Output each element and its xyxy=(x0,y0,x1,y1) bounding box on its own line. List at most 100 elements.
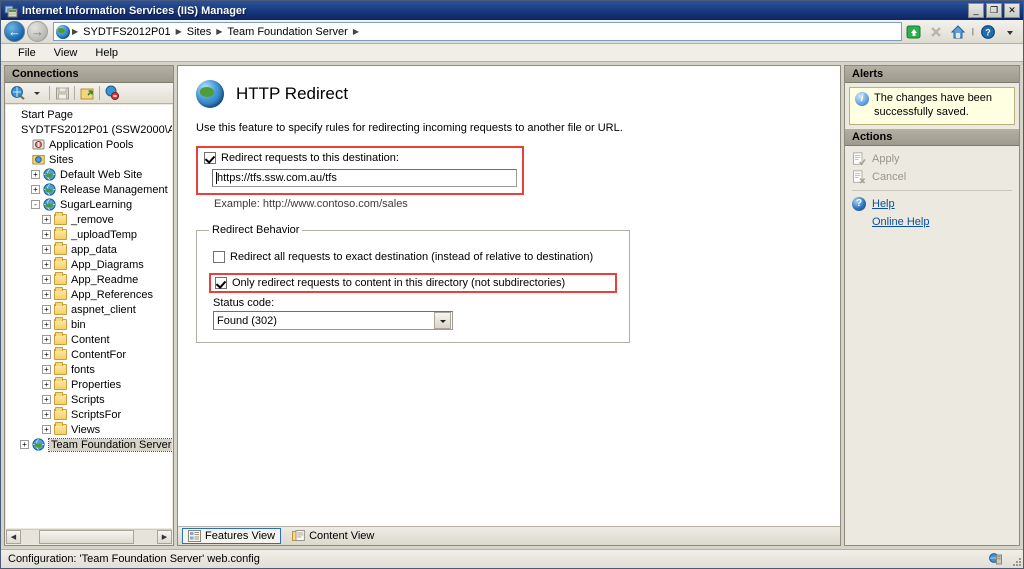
exact-destination-row[interactable]: Redirect all requests to exact destinati… xyxy=(213,251,617,263)
scroll-track[interactable] xyxy=(21,530,157,544)
iis-icon xyxy=(4,4,18,18)
tree-node[interactable]: + ContentFor xyxy=(9,347,172,362)
stop-icon xyxy=(926,22,946,42)
connections-tree[interactable]: Start PageSYDTFS2012P01 (SSW2000\AdminEr… xyxy=(6,105,172,528)
breadcrumb-item-site[interactable]: Team Foundation Server xyxy=(224,26,350,38)
tree-node[interactable]: Start Page xyxy=(9,107,172,122)
redirect-requests-checkbox[interactable] xyxy=(204,152,216,164)
only-this-directory-checkbox[interactable] xyxy=(215,277,227,289)
help-icon[interactable]: ? xyxy=(978,22,998,42)
tree-node[interactable]: +Default Web Site xyxy=(9,167,172,182)
tab-content-view[interactable]: Content View xyxy=(287,529,379,543)
tree-node[interactable]: + Content xyxy=(9,332,172,347)
tree-horizontal-scrollbar[interactable]: ◀ ▶ xyxy=(6,529,172,544)
expand-icon[interactable]: + xyxy=(42,365,51,374)
forward-arrow-icon[interactable]: → xyxy=(27,21,48,42)
tree-node-label: Properties xyxy=(71,379,121,391)
tree-node[interactable]: +App_Diagrams xyxy=(9,257,172,272)
online-help-action[interactable]: Online Help xyxy=(845,213,1019,231)
expand-icon[interactable]: + xyxy=(42,245,51,254)
disconnect-icon[interactable] xyxy=(103,84,121,102)
menu-file[interactable]: File xyxy=(9,46,45,60)
resize-grip-icon[interactable] xyxy=(1007,552,1021,566)
scroll-right-button[interactable]: ▶ xyxy=(157,530,172,544)
menu-help[interactable]: Help xyxy=(86,46,127,60)
breadcrumb-separator: ▶ xyxy=(174,27,184,36)
expand-icon[interactable]: + xyxy=(42,275,51,284)
breadcrumb-separator: ▶ xyxy=(70,27,80,36)
maximize-button[interactable]: ❐ xyxy=(986,3,1002,18)
tree-node[interactable]: +Team Foundation Server xyxy=(9,437,172,452)
expand-icon[interactable]: + xyxy=(42,425,51,434)
tree-node[interactable]: + app_data xyxy=(9,242,172,257)
collapse-icon[interactable]: - xyxy=(31,200,40,209)
spacer-icon xyxy=(852,215,866,229)
connect-dropdown-icon[interactable] xyxy=(28,84,46,102)
tree-node[interactable]: -SugarLearning xyxy=(9,197,172,212)
tree-node[interactable]: +ScriptsFor xyxy=(9,407,172,422)
folder-icon xyxy=(54,228,68,241)
tree-node[interactable]: +Release Management xyxy=(9,182,172,197)
open-connection-icon[interactable] xyxy=(78,84,96,102)
scroll-thumb[interactable] xyxy=(39,530,134,544)
tree-node[interactable]: +Scripts xyxy=(9,392,172,407)
menu-view[interactable]: View xyxy=(45,46,87,60)
expand-icon[interactable]: + xyxy=(42,215,51,224)
minimize-button[interactable]: _ xyxy=(968,3,984,18)
expand-icon[interactable]: + xyxy=(42,305,51,314)
chevron-down-icon[interactable] xyxy=(434,312,451,329)
status-code-select[interactable]: Found (302) xyxy=(213,311,453,330)
tree-node[interactable]: +fonts xyxy=(9,362,172,377)
redirect-checkbox-row[interactable]: Redirect requests to this destination: xyxy=(204,152,516,164)
expand-icon[interactable]: + xyxy=(42,380,51,389)
online-help-label[interactable]: Online Help xyxy=(872,216,929,228)
expand-icon[interactable]: + xyxy=(42,350,51,359)
tree-node-label: Content xyxy=(71,334,110,346)
expand-icon[interactable]: + xyxy=(31,185,40,194)
tree-node[interactable]: +_uploadTemp xyxy=(9,227,172,242)
breadcrumb-item-server[interactable]: SYDTFS2012P01 xyxy=(80,26,173,38)
tree-node[interactable]: Application Pools xyxy=(9,137,172,152)
tree-node[interactable]: +bin xyxy=(9,317,172,332)
cancel-button[interactable]: Cancel xyxy=(845,168,1019,186)
tree-node-label: ContentFor xyxy=(71,349,126,361)
tree-node[interactable]: +_remove xyxy=(9,212,172,227)
site-globe-icon xyxy=(43,183,57,196)
expand-icon[interactable]: + xyxy=(42,395,51,404)
help-label[interactable]: Help xyxy=(872,198,895,210)
help-action[interactable]: ? Help xyxy=(845,195,1019,213)
destination-input[interactable]: https://tfs.ssw.com.au/tfs xyxy=(212,169,517,187)
apply-button[interactable]: Apply xyxy=(845,150,1019,168)
expand-icon[interactable]: + xyxy=(42,335,51,344)
expand-icon[interactable]: + xyxy=(42,260,51,269)
connections-header: Connections xyxy=(5,66,173,83)
folder-icon xyxy=(54,318,68,331)
expand-icon[interactable]: + xyxy=(42,290,51,299)
tree-node[interactable]: SYDTFS2012P01 (SSW2000\AdminEric xyxy=(9,122,172,137)
expand-icon[interactable]: + xyxy=(31,170,40,179)
help-dropdown-icon[interactable] xyxy=(1000,22,1020,42)
expand-icon[interactable]: + xyxy=(42,410,51,419)
tree-node[interactable]: Sites xyxy=(9,152,172,167)
refresh-icon[interactable] xyxy=(904,22,924,42)
tree-node[interactable]: +aspnet_client xyxy=(9,302,172,317)
expand-icon[interactable]: + xyxy=(20,440,29,449)
exact-destination-checkbox[interactable] xyxy=(213,251,225,263)
expand-icon[interactable]: + xyxy=(42,230,51,239)
connect-to-icon[interactable] xyxy=(9,84,27,102)
tree-node[interactable]: +Views xyxy=(9,422,172,437)
tree-node[interactable]: +App_Readme xyxy=(9,272,172,287)
only-directory-highlight: Only redirect requests to content in thi… xyxy=(209,273,617,293)
close-button[interactable]: ✕ xyxy=(1004,3,1020,18)
tree-node[interactable]: +App_References xyxy=(9,287,172,302)
tree-node-label: app_data xyxy=(71,244,117,256)
tab-features-view[interactable]: Features View xyxy=(182,528,281,544)
scroll-left-button[interactable]: ◀ xyxy=(6,530,21,544)
home-icon[interactable] xyxy=(948,22,968,42)
breadcrumb-item-sites[interactable]: Sites xyxy=(184,26,214,38)
tree-node[interactable]: + Properties xyxy=(9,377,172,392)
back-arrow-icon[interactable]: ← xyxy=(4,21,25,42)
only-directory-row[interactable]: Only redirect requests to content in thi… xyxy=(215,277,611,289)
expand-icon[interactable]: + xyxy=(42,320,51,329)
breadcrumb[interactable]: ▶ SYDTFS2012P01 ▶ Sites ▶ Team Foundatio… xyxy=(53,22,902,41)
